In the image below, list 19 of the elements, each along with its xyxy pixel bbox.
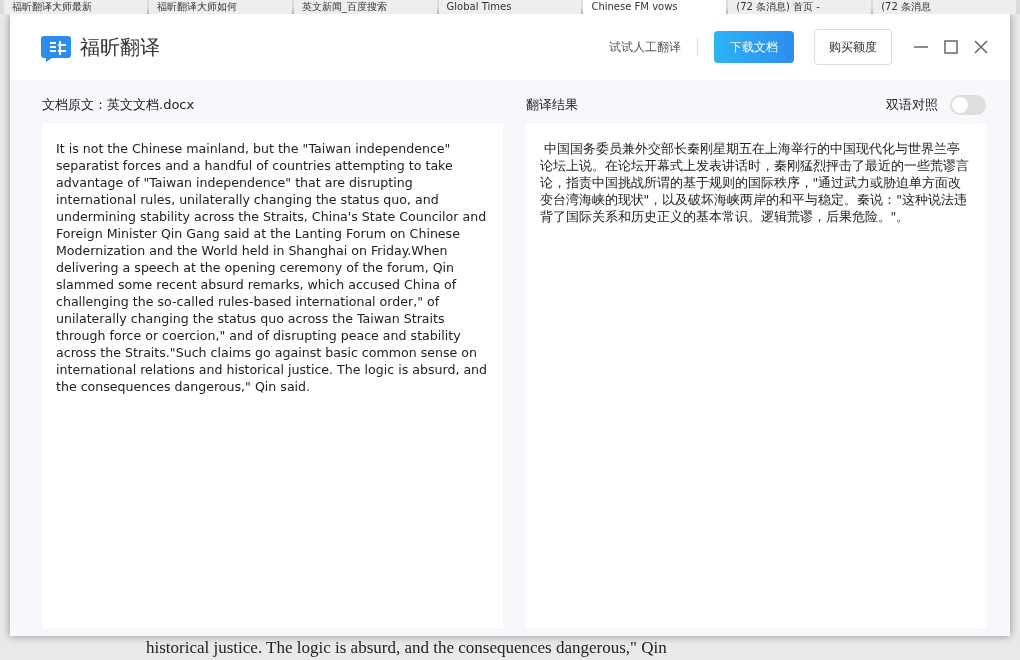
maximize-icon[interactable] <box>942 38 960 56</box>
buy-quota-button[interactable]: 购买额度 <box>814 29 892 65</box>
close-icon[interactable] <box>972 38 990 56</box>
result-text: 中国国务委员兼外交部长秦刚星期五在上海举行的中国现代化与世界兰亭论坛上说。在论坛开幕式上发表讲话时，秦刚猛烈抨击了最近的一些荒谬言论，指责中国挑战所谓的基于规则的国际秩序，"通过武力或胁迫单方面改变台湾海峡的现状"，以及破坏海峡两岸的和平与稳定。秦说："这种说法违背了国际关系和历史正义的基本常识。逻辑荒谬，后果危险。"。 <box>539 140 970 225</box>
browser-tab[interactable]: 福昕翻译大师最新 <box>4 0 147 14</box>
background-page-text: historical justice. The logic is absurd, and the consequences dangerous," Qin <box>145 637 668 659</box>
browser-tab[interactable]: 福昕翻译大师如何 <box>148 0 292 14</box>
result-label: 翻译结果 <box>525 96 578 115</box>
browser-tab[interactable]: Global Times <box>438 0 582 14</box>
source-text: It is not the Chinese mainland, but the "Taiwan independence" separatist forces and a handful of countries attempting to take advantage of "Taiwan independence" that are disrupting international rules, unilaterally changing the status quo, and undermining stability across the Straits, China's State Councilor and Foreign Minister Qin Gang said at the Lanting Forum on Chinese Modernization and the World held in Shanghai on Friday.When delivering a speech at the opening ceremony of the forum, Qin slammed some recent absurd remarks, which accused China of challenging the so-called rules-based international order," of unilaterally changing the status quo across the Taiwan Straits through force or coercion," and of disrupting peace and stability across the Straits."Such claims go against basic common sense on international relations and historical justice. The logic is absurd, and the consequences dangerous," Qin said. <box>56 140 489 395</box>
app-title: 福昕翻译 <box>80 34 160 61</box>
browser-tab[interactable]: Chinese FM vows <box>583 0 727 14</box>
browser-tab[interactable]: (72 条消息 <box>873 0 1016 14</box>
bilingual-toggle[interactable] <box>950 95 986 115</box>
browser-tab[interactable]: (72 条消息) 首页 - <box>728 0 872 14</box>
browser-tab[interactable]: 英文新闻_百度搜索 <box>293 0 437 14</box>
human-translation-link[interactable]: 试试人工翻译 <box>609 38 698 56</box>
bilingual-label: 双语对照 <box>886 96 938 115</box>
source-label: 文档原文：英文文档.docx <box>42 96 195 115</box>
